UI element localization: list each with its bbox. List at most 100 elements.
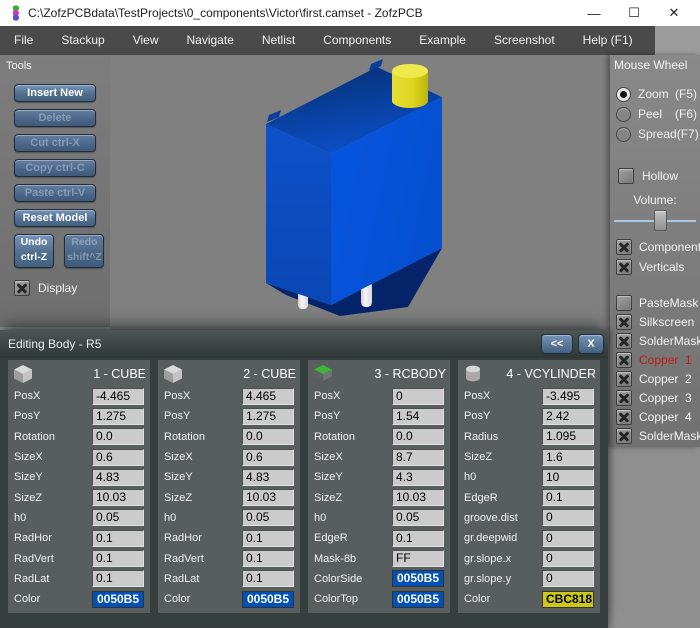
spread-radio[interactable] <box>616 126 631 142</box>
hollow-checkbox[interactable] <box>618 168 634 184</box>
field-color[interactable]: 0050B5 <box>242 590 294 608</box>
field-radvert[interactable]: 0.1 <box>92 550 144 568</box>
field-rotation[interactable]: 0.0 <box>392 428 444 446</box>
cut-ctrl-x-button[interactable]: Cut ctrl-X <box>14 134 96 152</box>
copper-4-checkbox[interactable] <box>616 408 632 425</box>
menu-item-navigate[interactable]: Navigate <box>173 26 248 55</box>
editor-column-header: 2 - CUBE <box>162 362 296 386</box>
field-posy[interactable]: 1.275 <box>242 407 294 425</box>
pastemask-checkbox[interactable] <box>616 294 632 311</box>
zoom-radio[interactable] <box>616 86 631 102</box>
field-rotation[interactable]: 0.0 <box>92 428 144 446</box>
editor-column-header: 1 - CUBE <box>12 362 146 386</box>
insert-new-button[interactable]: Insert New <box>14 84 96 102</box>
menu-item-stackup[interactable]: Stackup <box>47 26 118 55</box>
field-radius[interactable]: 1.095 <box>542 428 594 446</box>
field-posy[interactable]: 2.42 <box>542 407 594 425</box>
redo-button[interactable]: Redo shift^Z <box>64 234 105 268</box>
field-sizex[interactable]: 8.7 <box>392 448 444 466</box>
field-row-rotation: Rotation 0.0 <box>12 427 146 447</box>
field-h0[interactable]: 0.05 <box>392 509 444 527</box>
field-posx[interactable]: -3.495 <box>542 387 594 405</box>
field-mask-8b[interactable]: FF <box>392 550 444 568</box>
field-posx[interactable]: 4.465 <box>242 387 294 405</box>
paste-ctrl-v-button[interactable]: Paste ctrl-V <box>14 184 96 202</box>
field-label-posy: PosY <box>14 410 41 423</box>
menu-item-components[interactable]: Components <box>309 26 405 55</box>
field-colorside[interactable]: 0050B5 <box>392 570 444 588</box>
field-edger[interactable]: 0.1 <box>392 529 444 547</box>
field-posy[interactable]: 1.54 <box>392 407 444 425</box>
field-posx[interactable]: -4.465 <box>92 387 144 405</box>
copper-1-checkbox[interactable] <box>616 351 632 368</box>
volume-slider[interactable] <box>614 209 696 233</box>
collapse-panel-button[interactable]: << <box>541 334 573 354</box>
window-title: C:\ZofzPCBdata\TestProjects\0_components… <box>28 6 423 20</box>
field-h0[interactable]: 0.05 <box>242 509 294 527</box>
menu-item-help-f1[interactable]: Help (F1) <box>569 26 647 55</box>
field-row-radlat: RadLat 0.1 <box>12 569 146 589</box>
delete-button[interactable]: Delete <box>14 109 96 127</box>
menu-item-file[interactable]: File <box>0 26 47 55</box>
close-panel-button[interactable]: X <box>578 334 604 354</box>
peel-radio[interactable] <box>616 106 631 122</box>
field-sizez[interactable]: 10.03 <box>92 489 144 507</box>
field-gr-slope-x[interactable]: 0 <box>542 550 594 568</box>
field-h0[interactable]: 0.05 <box>92 509 144 527</box>
field-row-sizez: SizeZ 1.6 <box>462 447 596 467</box>
display-checkbox[interactable] <box>14 280 30 296</box>
field-label-radvert: RadVert <box>164 552 204 565</box>
field-label-h0: h0 <box>164 511 177 524</box>
maximize-button[interactable]: ☐ <box>614 1 654 25</box>
field-sizex[interactable]: 0.6 <box>242 448 294 466</box>
soldermask-checkbox[interactable] <box>616 427 632 444</box>
volume-slider-thumb[interactable] <box>653 210 667 231</box>
field-row-posy: PosY 1.275 <box>162 406 296 426</box>
menu-item-screenshot[interactable]: Screenshot <box>480 26 569 55</box>
field-sizey[interactable]: 4.3 <box>392 468 444 486</box>
field-gr-deepwid[interactable]: 0 <box>542 529 594 547</box>
field-sizez[interactable]: 10.03 <box>392 489 444 507</box>
field-row-sizez: SizeZ 10.03 <box>162 487 296 507</box>
minimize-button[interactable]: — <box>574 1 614 25</box>
menu-item-netlist[interactable]: Netlist <box>248 26 309 55</box>
field-sizey[interactable]: 4.83 <box>242 468 294 486</box>
field-radhor[interactable]: 0.1 <box>242 529 294 547</box>
field-posx[interactable]: 0 <box>392 387 444 405</box>
field-radlat[interactable]: 0.1 <box>242 570 294 588</box>
field-radvert[interactable]: 0.1 <box>242 550 294 568</box>
field-colortop[interactable]: 0050B5 <box>392 590 444 608</box>
field-sizez[interactable]: 10.03 <box>242 489 294 507</box>
copper-3-label: Copper 3 <box>639 390 692 405</box>
copper-2-checkbox[interactable] <box>616 370 632 387</box>
field-sizez[interactable]: 1.6 <box>542 448 594 466</box>
soldermask-checkbox[interactable] <box>616 332 632 349</box>
reset-model-button[interactable]: Reset Model <box>14 209 96 227</box>
field-label-sizey: SizeY <box>14 471 43 484</box>
copy-ctrl-c-button[interactable]: Copy ctrl-C <box>14 159 96 177</box>
components-checkbox[interactable] <box>616 239 632 255</box>
field-h0[interactable]: 10 <box>542 468 594 486</box>
3d-viewport[interactable] <box>110 55 610 330</box>
copper-3-checkbox[interactable] <box>616 389 632 406</box>
silkscreen-checkbox[interactable] <box>616 313 632 330</box>
field-row-gr-deepwid: gr.deepwid 0 <box>462 528 596 548</box>
mouse-wheel-sidebar: Mouse Wheel Zoom (F5) Peel (F6) Spread (F7) H… <box>610 55 700 447</box>
field-edger[interactable]: 0.1 <box>542 489 594 507</box>
field-color[interactable]: 0050B5 <box>92 590 144 608</box>
field-sizey[interactable]: 4.83 <box>92 468 144 486</box>
field-posy[interactable]: 1.275 <box>92 407 144 425</box>
field-color[interactable]: CBC818 <box>542 590 594 608</box>
field-sizex[interactable]: 0.6 <box>92 448 144 466</box>
editor-column-4: 4 - VCYLINDER PosX -3.495 PosY 2.42 Radius 1.0… <box>458 360 600 614</box>
field-rotation[interactable]: 0.0 <box>242 428 294 446</box>
field-gr-slope-y[interactable]: 0 <box>542 570 594 588</box>
close-button[interactable]: ✕ <box>654 1 694 25</box>
verticals-checkbox[interactable] <box>616 259 632 275</box>
field-radhor[interactable]: 0.1 <box>92 529 144 547</box>
field-groove-dist[interactable]: 0 <box>542 509 594 527</box>
field-radlat[interactable]: 0.1 <box>92 570 144 588</box>
menu-item-view[interactable]: View <box>119 26 173 55</box>
undo-button[interactable]: Undo ctrl-Z <box>14 234 54 268</box>
menu-item-example[interactable]: Example <box>405 26 480 55</box>
